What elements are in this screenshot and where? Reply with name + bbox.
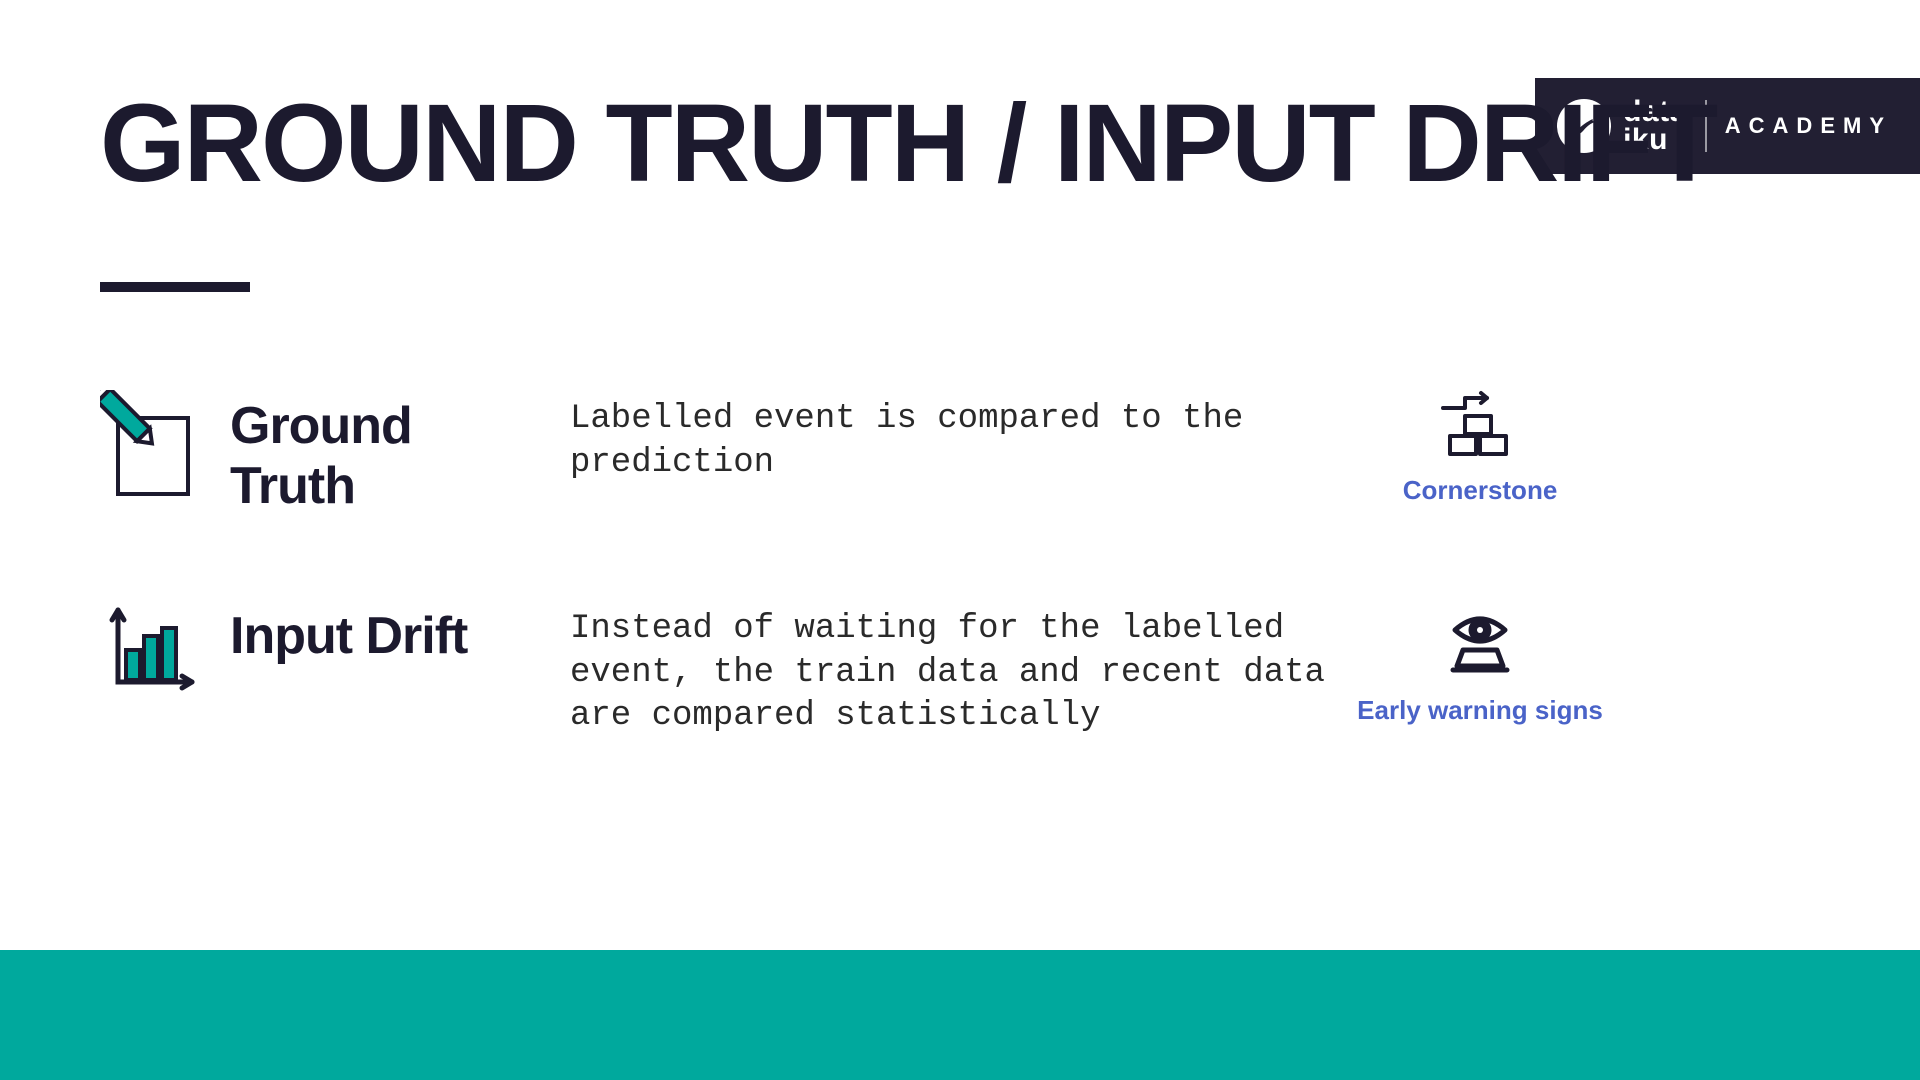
slide: data iku ACADEMY GROUND TRUTH / INPUT DR… — [0, 0, 1920, 1080]
row-ground-truth: Ground Truth Labelled event is compared … — [100, 390, 1800, 516]
row-input-drift: Input Drift Instead of waiting for the l… — [100, 600, 1800, 739]
row-caption-cornerstone: Cornerstone — [1403, 475, 1558, 506]
row-caption-early-warning: Early warning signs — [1357, 695, 1603, 726]
row-desc-input-drift: Instead of waiting for the labelled even… — [570, 600, 1330, 739]
row-right-input-drift: Early warning signs — [1350, 600, 1610, 726]
brand-academy-label: ACADEMY — [1725, 113, 1892, 139]
row-right-ground-truth: Cornerstone — [1350, 390, 1610, 506]
cornerstone-icon — [1435, 390, 1525, 465]
pencil-note-icon — [100, 390, 210, 500]
page-title: GROUND TRUTH / INPUT DRIFT — [100, 80, 1716, 207]
bottom-accent-bar — [0, 950, 1920, 1080]
row-label-ground-truth: Ground Truth — [230, 390, 550, 516]
row-label-input-drift: Input Drift — [230, 600, 550, 666]
row-desc-ground-truth: Labelled event is compared to the predic… — [570, 390, 1330, 485]
title-underline — [100, 282, 250, 292]
bar-chart-icon — [100, 600, 210, 700]
crystal-ball-eye-icon — [1435, 600, 1525, 685]
